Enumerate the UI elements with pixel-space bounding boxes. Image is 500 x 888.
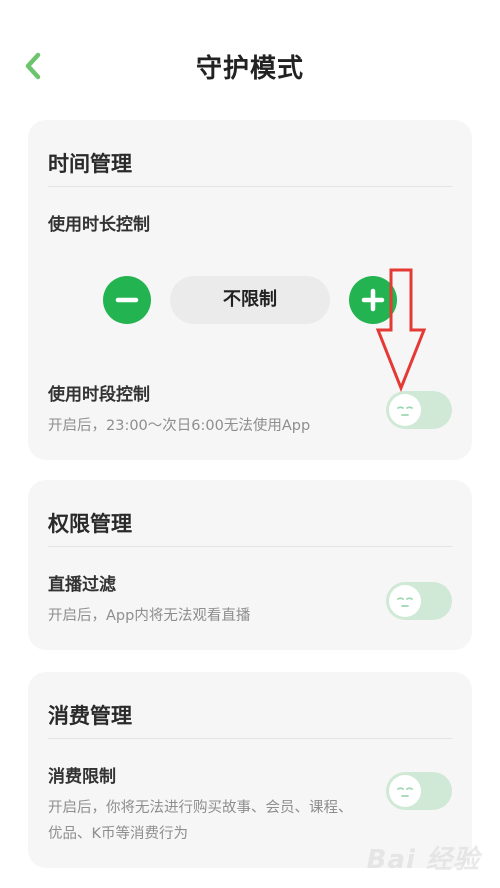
header-bar: 守护模式 xyxy=(0,0,500,120)
spending-limit-desc-line1: 开启后，你将无法进行购买故事、会员、课程、 xyxy=(48,800,353,816)
plus-icon xyxy=(361,288,385,312)
permission-management-card: 权限管理 直播过滤 开启后，App内将无法观看直播 xyxy=(28,480,472,650)
section-divider xyxy=(48,186,452,187)
page-title: 守护模式 xyxy=(195,54,304,84)
live-filter-desc: 开启后，App内将无法观看直播 xyxy=(48,608,251,624)
decrease-duration-button[interactable] xyxy=(103,276,151,324)
sleepy-face-icon xyxy=(397,406,413,416)
duration-control-label: 使用时长控制 xyxy=(48,215,150,235)
section-divider xyxy=(48,546,452,547)
section-title-time: 时间管理 xyxy=(48,152,132,176)
sleepy-face-icon xyxy=(397,597,413,607)
schedule-control-label: 使用时段控制 xyxy=(48,385,150,405)
section-title-permission: 权限管理 xyxy=(48,512,132,536)
watermark-text: Bai 经验 xyxy=(366,845,480,875)
section-title-spending: 消费管理 xyxy=(48,704,132,728)
live-filter-toggle[interactable] xyxy=(386,582,452,620)
toggle-knob xyxy=(389,585,421,617)
increase-duration-button[interactable] xyxy=(349,276,397,324)
live-filter-label: 直播过滤 xyxy=(48,575,116,595)
section-divider xyxy=(48,738,452,739)
minus-icon xyxy=(115,297,139,303)
watermark: Bai 经验 xyxy=(320,836,480,876)
sleepy-face-icon xyxy=(397,787,413,797)
schedule-control-toggle[interactable] xyxy=(386,391,452,429)
duration-value: 不限制 xyxy=(170,276,330,324)
toggle-knob xyxy=(389,775,421,807)
spending-limit-toggle[interactable] xyxy=(386,772,452,810)
time-management-card: 时间管理 使用时长控制 不限制 使用时段控制 开启后，23:00～次日6:00无… xyxy=(28,120,472,460)
schedule-control-desc: 开启后，23:00～次日6:00无法使用App xyxy=(48,418,311,434)
spending-limit-label: 消费限制 xyxy=(48,767,116,787)
spending-limit-desc-line2: 优品、K币等消费行为 xyxy=(48,826,189,842)
toggle-knob xyxy=(389,394,421,426)
